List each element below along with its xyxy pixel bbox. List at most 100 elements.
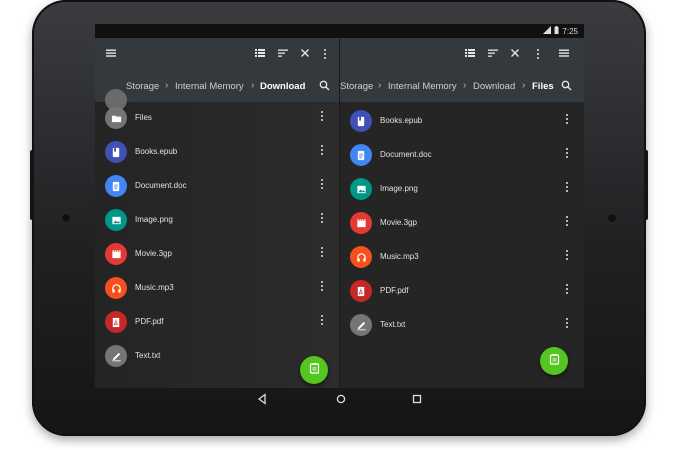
breadcrumb-item[interactable]: Storage [340,81,373,92]
list-item[interactable]: Music.mp3 [340,241,584,275]
breadcrumb-current[interactable]: Files [532,81,554,92]
overflow-menu-icon[interactable] [318,47,332,61]
more-options-icon[interactable] [319,111,325,122]
battery-icon [554,26,559,36]
left-pane: Storage › Internal Memory › Download Fil… [95,38,339,388]
chevron-right-icon: › [378,80,382,91]
breadcrumb-item[interactable]: Internal Memory [175,81,244,92]
list-item[interactable]: Music.mp3 [95,272,339,306]
list-item-label: Document.doc [135,181,187,190]
book-icon [350,110,372,132]
more-options-icon[interactable] [564,318,570,329]
navigation-bar [95,388,584,412]
menu-icon[interactable] [557,47,571,61]
breadcrumb-current[interactable]: Download [260,81,305,92]
breadcrumb: Storage › Internal Memory › Download › F… [340,76,584,96]
breadcrumb: Storage › Internal Memory › Download [95,76,339,96]
list-item[interactable]: Document.doc [95,170,339,204]
clipboard-icon [309,361,320,379]
folder-icon [105,107,127,129]
more-options-icon[interactable] [319,213,325,224]
recent-apps-icon[interactable] [412,393,422,408]
side-edge-right [644,150,648,220]
breadcrumb-item[interactable]: Internal Memory [388,81,457,92]
book-icon [105,141,127,163]
list-item[interactable]: Movie.3gp [340,207,584,241]
front-sensor-left [62,214,70,222]
right-app-bar: Storage › Internal Memory › Download › F… [340,38,584,102]
more-options-icon[interactable] [319,145,325,156]
list-item[interactable]: Movie.3gp [95,238,339,272]
more-options-icon[interactable] [319,315,325,326]
headphones-icon [350,246,372,268]
more-options-icon[interactable] [564,148,570,159]
list-item[interactable]: PDF.pdf [340,275,584,309]
list-view-icon[interactable] [463,47,477,61]
breadcrumb-item[interactable]: Storage [126,81,159,92]
back-icon[interactable] [257,393,267,408]
list-item-label: PDF.pdf [135,317,164,326]
pdf-icon [350,280,372,302]
document-icon [350,144,372,166]
list-item-label: Music.mp3 [135,283,174,292]
list-item-label: Document.doc [380,150,432,159]
more-options-icon[interactable] [319,247,325,258]
sort-icon[interactable] [276,47,290,61]
list-item[interactable]: Document.doc [340,139,584,173]
image-icon [350,178,372,200]
chevron-right-icon: › [251,80,255,91]
list-item[interactable]: PDF.pdf [95,306,339,340]
document-icon [105,175,127,197]
chevron-right-icon: › [165,80,169,91]
more-options-icon[interactable] [564,182,570,193]
more-options-icon[interactable] [564,250,570,261]
home-icon[interactable] [335,393,347,408]
menu-icon[interactable] [104,47,118,61]
close-icon[interactable] [298,47,312,61]
status-time: 7:25 [562,26,578,36]
more-options-icon[interactable] [564,216,570,227]
chevron-right-icon: › [463,80,467,91]
close-icon[interactable] [508,47,522,61]
more-options-icon[interactable] [564,284,570,295]
list-view-icon[interactable] [253,47,267,61]
more-options-icon[interactable] [319,179,325,190]
more-options-icon[interactable] [564,114,570,125]
list-item-label: Files [135,113,152,122]
list-item[interactable]: Files [95,102,339,136]
chevron-right-icon: › [522,80,526,91]
list-item-label: Movie.3gp [380,218,417,227]
list-item-label: PDF.pdf [380,286,409,295]
screen: 7:25 Storage › Internal Memory › Downloa… [95,24,584,388]
movie-icon [105,243,127,265]
front-sensor-right [608,214,616,222]
search-icon[interactable] [561,80,572,94]
right-toolbar [340,38,584,70]
new-file-fab[interactable] [540,347,568,375]
search-icon[interactable] [319,80,330,94]
list-item[interactable]: Books.epub [95,136,339,170]
signal-icon [543,26,552,36]
headphones-icon [105,277,127,299]
list-item-label: Image.png [380,184,418,193]
list-item[interactable]: Text.txt [340,309,584,343]
breadcrumb-item[interactable]: Download [473,81,515,92]
movie-icon [350,212,372,234]
list-item[interactable]: Books.epub [340,105,584,139]
list-item[interactable]: Image.png [95,204,339,238]
list-item-label: Movie.3gp [135,249,172,258]
right-pane: Storage › Internal Memory › Download › F… [340,38,584,388]
list-item-label: Text.txt [135,351,161,360]
new-file-fab[interactable] [300,356,328,384]
list-item[interactable]: Image.png [340,173,584,207]
overflow-menu-icon[interactable] [531,47,545,61]
list-item-label: Music.mp3 [380,252,419,261]
pencil-icon [105,345,127,367]
side-edge-left [30,150,34,220]
pencil-icon [350,314,372,336]
more-options-icon[interactable] [319,281,325,292]
list-item-label: Text.txt [380,320,406,329]
sort-icon[interactable] [486,47,500,61]
list-item-label: Books.epub [380,116,423,125]
status-bar: 7:25 [95,24,584,38]
